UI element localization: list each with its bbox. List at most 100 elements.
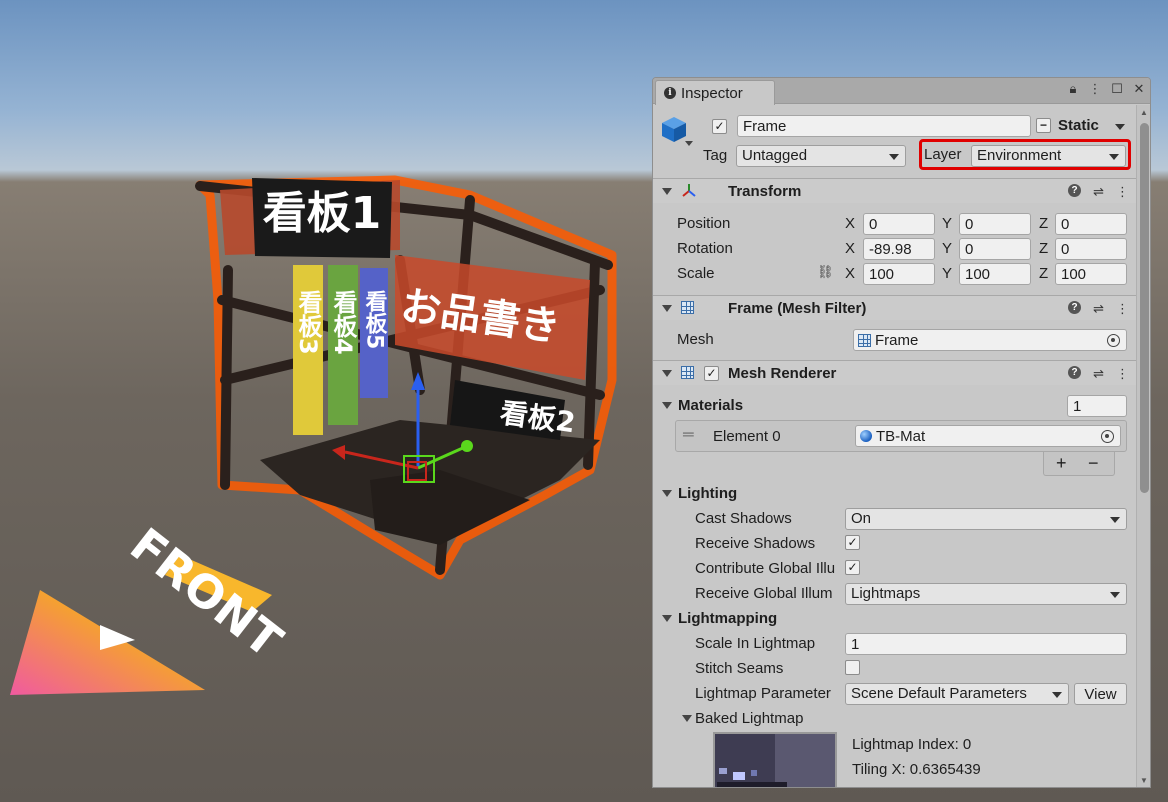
cast-shadows-dropdown[interactable]: On: [845, 508, 1127, 530]
component-menu-icon[interactable]: ⋮: [1116, 301, 1129, 317]
stitch-seams-label: Stitch Seams: [695, 660, 784, 677]
layer-dropdown[interactable]: Environment: [971, 145, 1126, 167]
baked-lightmap-foldout-icon[interactable]: [682, 715, 692, 722]
static-toggle[interactable]: −: [1036, 118, 1051, 133]
mesh-filter-header[interactable]: Frame (Mesh Filter) ? ⇌ ⋮: [653, 295, 1137, 320]
tag-label: Tag: [703, 147, 728, 164]
element-0-field[interactable]: TB-Mat: [855, 425, 1121, 447]
mesh-filter-title: Frame (Mesh Filter): [728, 300, 867, 317]
mesh-renderer-enabled-toggle[interactable]: ✓: [704, 366, 719, 381]
scale-z-label: Z: [1039, 265, 1049, 282]
receive-shadows-label: Receive Shadows: [695, 535, 816, 552]
help-icon[interactable]: ?: [1068, 184, 1082, 197]
mesh-object-field[interactable]: Frame: [853, 329, 1127, 351]
help-icon[interactable]: ?: [1068, 366, 1082, 379]
position-label: Position: [677, 215, 731, 232]
position-y-label: Y: [942, 215, 953, 232]
lightmap-params-label: Lightmap Parameter: [695, 685, 831, 702]
object-picker-icon[interactable]: [1101, 430, 1114, 443]
object-name-field[interactable]: Frame: [737, 115, 1031, 137]
drag-handle-icon[interactable]: ═: [683, 426, 694, 443]
receive-gi-dropdown[interactable]: Lightmaps: [845, 583, 1127, 605]
banner-5-text: 看板5: [362, 290, 388, 349]
scroll-up-icon[interactable]: ▲: [1140, 108, 1148, 117]
scale-label: Scale: [677, 265, 715, 282]
layer-value: Environment: [977, 147, 1062, 164]
position-y-field[interactable]: 0: [959, 213, 1031, 235]
add-element-button[interactable]: +: [1056, 453, 1067, 474]
tiling-x-text: Tiling X: 0.6365439: [852, 761, 981, 778]
lighting-foldout-icon[interactable]: [662, 490, 672, 497]
contribute-gi-label: Contribute Global Illu: [695, 560, 836, 577]
presets-icon[interactable]: ⇌: [1093, 301, 1104, 317]
info-icon: i: [664, 87, 676, 99]
mesh-renderer-header[interactable]: ✓ Mesh Renderer ? ⇌ ⋮: [653, 360, 1137, 385]
contribute-gi-checkbox[interactable]: ✓: [845, 560, 860, 575]
mesh-filter-icon: [681, 301, 694, 318]
component-menu-icon[interactable]: ⋮: [1116, 366, 1129, 382]
rotation-y-label: Y: [942, 240, 953, 257]
scale-z-field[interactable]: 100: [1055, 263, 1127, 285]
close-icon[interactable]: ✕: [1132, 81, 1146, 96]
scale-in-lightmap-field[interactable]: 1: [845, 633, 1127, 655]
mesh-renderer-icon: [681, 366, 694, 383]
banner-4-text: 看板4: [329, 290, 357, 355]
presets-icon[interactable]: ⇌: [1093, 184, 1104, 200]
help-icon[interactable]: ?: [1068, 301, 1082, 314]
materials-foldout-icon[interactable]: [662, 402, 672, 409]
view-button[interactable]: View: [1074, 683, 1127, 705]
inspector-content: ✓ Frame − Static Tag Untagged Layer Envi…: [653, 105, 1137, 787]
inspector-panel: i Inspector 🔒︎ ⋮ ☐ ✕ ✓ Frame − Static Ta…: [652, 77, 1151, 788]
materials-count-field[interactable]: 1: [1067, 395, 1127, 417]
rotation-z-field[interactable]: 0: [1055, 238, 1127, 260]
mesh-filter-foldout-icon[interactable]: [662, 305, 672, 312]
transform-header[interactable]: Transform ? ⇌ ⋮: [653, 178, 1137, 203]
mesh-renderer-foldout-icon[interactable]: [662, 370, 672, 377]
static-dropdown-caret[interactable]: [1115, 124, 1125, 130]
mesh-label: Mesh: [677, 331, 714, 348]
rotation-x-field[interactable]: -89.98: [863, 238, 935, 260]
scale-y-label: Y: [942, 265, 953, 282]
lightmapping-foldout-icon[interactable]: [662, 615, 672, 622]
rotation-y-field[interactable]: 0: [959, 238, 1031, 260]
position-z-field[interactable]: 0: [1055, 213, 1127, 235]
tag-value: Untagged: [742, 147, 808, 164]
inspector-scrollbar[interactable]: ▲ ▼: [1136, 105, 1150, 787]
lightmap-params-value: Scene Default Parameters: [851, 685, 1027, 702]
icon-dropdown-caret[interactable]: [685, 141, 693, 146]
scale-x-label: X: [845, 265, 856, 282]
tag-dropdown[interactable]: Untagged: [736, 145, 906, 167]
component-menu-icon[interactable]: ⋮: [1116, 184, 1129, 200]
position-x-field[interactable]: 0: [863, 213, 935, 235]
presets-icon[interactable]: ⇌: [1093, 366, 1104, 382]
mesh-renderer-title: Mesh Renderer: [728, 365, 837, 382]
rotation-label: Rotation: [677, 240, 733, 257]
object-picker-icon[interactable]: [1107, 334, 1120, 347]
stitch-seams-checkbox[interactable]: [845, 660, 860, 675]
static-label: Static: [1058, 117, 1099, 134]
remove-element-button[interactable]: −: [1088, 453, 1099, 474]
more-menu-icon[interactable]: ⋮: [1088, 81, 1102, 96]
scale-x-field[interactable]: 100: [863, 263, 935, 285]
maximize-icon[interactable]: ☐: [1110, 81, 1124, 96]
constrain-proportions-icon[interactable]: ⛓︎: [817, 264, 834, 280]
transform-foldout-icon[interactable]: [662, 188, 672, 195]
scroll-down-icon[interactable]: ▼: [1140, 776, 1148, 785]
rotation-x-label: X: [845, 240, 856, 257]
scroll-thumb[interactable]: [1140, 123, 1149, 493]
sign-main-text: 看板1: [263, 188, 382, 239]
scale-y-field[interactable]: 100: [959, 263, 1031, 285]
lightmap-index-text: Lightmap Index: 0: [852, 736, 972, 753]
tab-inspector[interactable]: i Inspector: [655, 80, 775, 105]
position-z-label: Z: [1039, 215, 1049, 232]
receive-shadows-checkbox[interactable]: ✓: [845, 535, 860, 550]
mesh-icon: [858, 333, 871, 347]
baked-lightmap-label: Baked Lightmap: [695, 710, 804, 727]
element-0-value: TB-Mat: [876, 427, 926, 445]
active-toggle[interactable]: ✓: [712, 119, 727, 134]
lock-icon[interactable]: 🔒︎: [1066, 81, 1080, 96]
cast-shadows-label: Cast Shadows: [695, 510, 792, 527]
transform-title: Transform: [728, 183, 802, 200]
lightmap-params-dropdown[interactable]: Scene Default Parameters: [845, 683, 1069, 705]
scale-in-lightmap-label: Scale In Lightmap: [695, 635, 816, 652]
